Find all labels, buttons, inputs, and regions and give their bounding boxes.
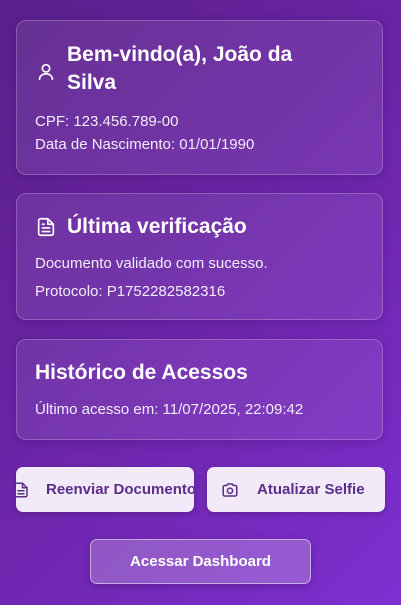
- verification-card: Última verificação Documento validado co…: [16, 193, 383, 320]
- user-icon: [38, 63, 54, 81]
- document-icon: [16, 482, 28, 497]
- resend-document-button[interactable]: Reenviar Documento: [16, 467, 194, 512]
- camera-icon: [222, 482, 238, 497]
- verification-header: Última verificação: [35, 213, 247, 241]
- birth-date-text: Data de Nascimento: 01/01/1990: [35, 136, 255, 153]
- update-selfie-label: Atualizar Selfie: [257, 481, 365, 498]
- cpf-text: CPF: 123.456.789-00: [35, 113, 179, 130]
- resend-document-label: Reenviar Documento: [46, 481, 194, 498]
- update-selfie-button[interactable]: Atualizar Selfie: [207, 467, 385, 512]
- document-icon: [37, 217, 55, 237]
- welcome-card: Bem-vindo(a), João da Silva CPF: 123.456…: [16, 20, 383, 175]
- protocol-text: Protocolo: P1752282582316: [35, 283, 226, 300]
- verification-status-text: Documento validado com sucesso.: [35, 255, 268, 272]
- access-dashboard-button[interactable]: Acessar Dashboard: [90, 539, 311, 584]
- history-title: Histórico de Acessos: [35, 361, 248, 384]
- welcome-title: Bem-vindo(a), João da Silva: [67, 43, 293, 94]
- verification-title: Última verificação: [67, 215, 247, 238]
- last-access-text: Último acesso em: 11/07/2025, 22:09:42: [35, 401, 304, 418]
- access-dashboard-label: Acessar Dashboard: [130, 553, 271, 570]
- access-history-card: Histórico de Acessos Último acesso em: 1…: [16, 339, 383, 440]
- welcome-header: Bem-vindo(a), João da Silva: [35, 41, 335, 97]
